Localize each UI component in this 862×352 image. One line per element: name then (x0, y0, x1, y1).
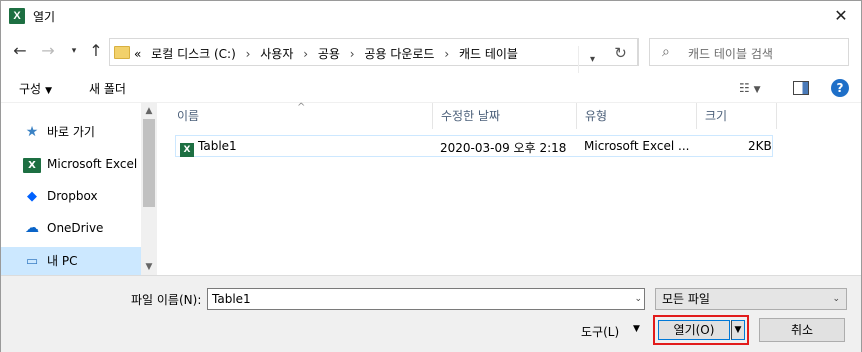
chevron-down-icon: ▾ (71, 46, 77, 56)
breadcrumb-item-public-downloads[interactable]: 공용 다운로드 (364, 47, 434, 61)
chevron-down-icon[interactable]: ⌄ (634, 289, 642, 309)
open-button-highlight: 열기(O) ▼ (653, 315, 749, 345)
breadcrumb: « 로컬 디스크 (C:) › 사용자 › 공용 › 공용 다운로드 › 캐드 … (134, 45, 524, 62)
file-type-cell: Microsoft Excel ... (584, 139, 690, 153)
up-button[interactable]: ↑ (87, 41, 105, 61)
search-icon: ⌕ (662, 44, 670, 60)
sidebar-item-quick-access[interactable]: ★ 바로 가기 (23, 118, 141, 146)
open-button[interactable]: 열기(O) (658, 320, 730, 340)
close-icon: ✕ (834, 6, 848, 25)
open-options-button[interactable]: ▼ (731, 320, 745, 340)
chevron-right-icon[interactable]: › (246, 47, 251, 61)
file-type-select[interactable]: 모든 파일 ⌄ (655, 288, 847, 310)
chevron-right-icon[interactable]: › (444, 47, 449, 61)
filename-input[interactable]: Table1 ⌄ (207, 288, 645, 310)
sidebar-item-onedrive[interactable]: ☁ OneDrive (23, 214, 141, 242)
caret-down-icon: ▼ (753, 85, 761, 95)
title-bar: X 열기 ✕ (1, 1, 861, 31)
file-name: Table1 (198, 139, 237, 153)
file-list: ^ 이름 수정한 날짜 유형 크기 X Table1 2020-03-09 오후 … (169, 102, 861, 275)
folder-icon (114, 46, 130, 59)
tools-button[interactable]: 도구(L) (581, 323, 619, 340)
dropbox-icon: ◆ (27, 189, 37, 204)
organize-button[interactable]: 구성 ▼ (19, 80, 52, 97)
chevron-right-icon[interactable]: › (303, 47, 308, 61)
address-bar[interactable]: « 로컬 디스크 (C:) › 사용자 › 공용 › 공용 다운로드 › 캐드 … (109, 38, 639, 74)
forward-arrow-icon: → (41, 41, 55, 60)
sidebar-item-label: OneDrive (47, 221, 104, 235)
cloud-icon: ☁ (25, 220, 39, 236)
close-button[interactable]: ✕ (827, 3, 855, 29)
help-icon: ? (836, 81, 844, 95)
search-box[interactable]: ⌕ 캐드 테이블 검색 (649, 38, 849, 66)
refresh-button[interactable]: ↻ (604, 38, 638, 66)
refresh-icon: ↻ (614, 44, 627, 62)
breadcrumb-item-users[interactable]: 사용자 (260, 47, 293, 61)
star-icon: ★ (25, 124, 39, 140)
new-folder-button[interactable]: 새 폴더 (89, 80, 126, 97)
chevron-down-icon: ▾ (589, 54, 596, 65)
file-modified-cell: 2020-03-09 오후 2:18 (440, 141, 567, 155)
help-button[interactable]: ? (831, 79, 849, 97)
excel-app-icon: X (9, 8, 25, 24)
column-header-type[interactable]: 유형 (577, 103, 697, 129)
computer-icon: ▭ (25, 254, 39, 269)
scroll-up-icon[interactable]: ▲ (141, 103, 157, 119)
address-row: ← → ▾ ↑ « 로컬 디스크 (C:) › 사용자 › 공용 › 공용 다운… (1, 31, 861, 74)
sidebar-item-label: 바로 가기 (47, 125, 95, 139)
file-name-cell: X Table1 (180, 139, 237, 157)
breadcrumb-item-cad-table[interactable]: 캐드 테이블 (459, 47, 518, 61)
recent-locations-button[interactable]: ▾ (65, 41, 83, 61)
filename-label: 파일 이름(N): (131, 293, 202, 307)
breadcrumb-overflow[interactable]: « (134, 47, 141, 61)
sidebar-item-microsoft-excel[interactable]: X Microsoft Excel (23, 150, 141, 178)
up-arrow-icon: ↑ (89, 41, 103, 60)
sort-ascending-icon: ^ (297, 102, 306, 113)
breadcrumb-item-public[interactable]: 공용 (318, 47, 340, 61)
column-header-size[interactable]: 크기 (697, 103, 777, 129)
caret-down-icon: ▼ (734, 325, 742, 335)
table-row[interactable]: X Table1 2020-03-09 오후 2:18 Microsoft Exc… (175, 135, 773, 157)
address-dropdown-button[interactable]: ▾ (578, 46, 606, 74)
dialog-footer: 파일 이름(N): Table1 ⌄ 모든 파일 ⌄ 도구(L) ▼ 열기(O)… (1, 275, 861, 352)
excel-file-icon: X (180, 143, 194, 157)
scroll-down-icon[interactable]: ▼ (141, 259, 157, 275)
back-button[interactable]: ← (11, 41, 29, 61)
navigation-pane: ★ 바로 가기 X Microsoft Excel ◆ Dropbox ☁ OneDri… (1, 103, 157, 275)
sidebar-item-this-pc[interactable]: ▭ 내 PC (1, 247, 141, 275)
organize-label: 구성 (19, 82, 42, 96)
window-title: 열기 (33, 10, 56, 24)
open-file-dialog: X 열기 ✕ ← → ▾ ↑ « 로컬 디스크 (C:) › 사용자 › 공용 … (0, 0, 862, 352)
forward-button[interactable]: → (39, 41, 57, 61)
preview-pane-button[interactable] (793, 81, 809, 95)
sidebar-item-label: Microsoft Excel (47, 157, 138, 171)
navigation-pane-scrollbar[interactable]: ▲ ▼ (141, 103, 157, 275)
excel-icon: X (23, 158, 41, 173)
search-placeholder: 캐드 테이블 검색 (688, 47, 773, 61)
sidebar-item-label: Dropbox (47, 189, 98, 203)
column-header-modified[interactable]: 수정한 날짜 (433, 103, 577, 129)
command-toolbar: 구성 ▼ 새 폴더 ☷ ▼ ? (1, 73, 861, 103)
file-type-value: 모든 파일 (662, 292, 710, 306)
chevron-down-icon: ⌄ (832, 294, 840, 304)
back-arrow-icon: ← (13, 41, 27, 60)
breadcrumb-item-drive[interactable]: 로컬 디스크 (C:) (151, 47, 236, 61)
details-view-icon: ☷ (739, 81, 750, 95)
caret-down-icon: ▼ (45, 86, 53, 96)
column-header-label: 이름 (177, 109, 200, 123)
change-view-button[interactable]: ☷ ▼ (739, 81, 773, 97)
file-size-cell: 2KB (748, 139, 772, 153)
column-header-name[interactable]: ^ 이름 (169, 102, 433, 129)
chevron-right-icon[interactable]: › (350, 47, 355, 61)
caret-down-icon[interactable]: ▼ (633, 324, 640, 334)
sidebar-item-label: 내 PC (47, 254, 78, 268)
sidebar-item-dropbox[interactable]: ◆ Dropbox (23, 182, 141, 210)
scrollbar-thumb[interactable] (143, 119, 155, 207)
cancel-button[interactable]: 취소 (759, 318, 845, 342)
filename-value: Table1 (212, 292, 251, 306)
